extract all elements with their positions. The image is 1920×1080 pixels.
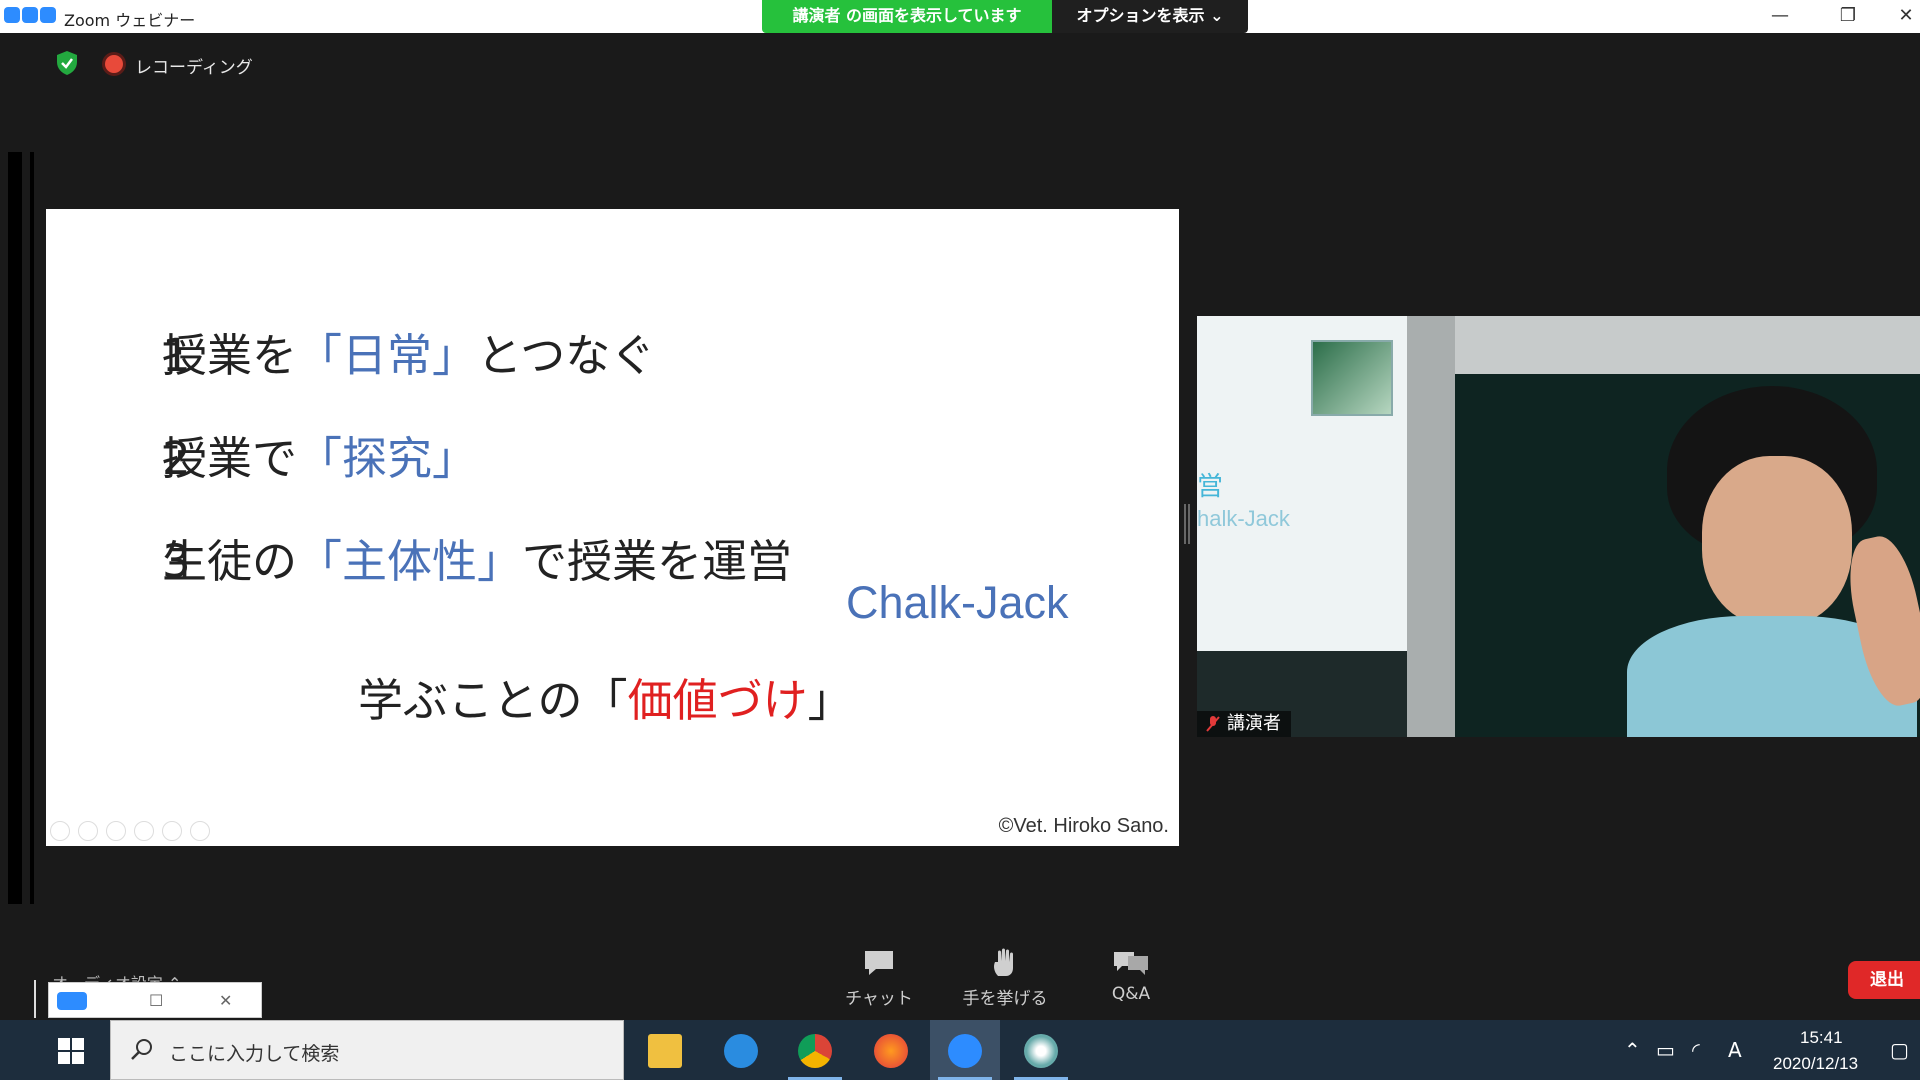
close-button[interactable]: ✕ <box>1892 4 1920 28</box>
search-placeholder: ここに入力して検索 <box>169 1043 340 1065</box>
leave-button[interactable]: 退出 <box>1848 961 1920 999</box>
panel-splitter-handle[interactable] <box>1184 504 1190 544</box>
video-ceiling <box>1455 316 1920 374</box>
window-title: Zoom ウェビナー <box>64 11 196 30</box>
recording-indicator-icon <box>105 55 123 73</box>
encryption-shield-icon[interactable] <box>56 50 78 76</box>
video-projector-screen: 営 halk-Jack <box>1197 316 1407 651</box>
qa-button[interactable]: Q&A <box>1076 948 1186 1004</box>
video-screen-text: 営 <box>1197 472 1224 502</box>
video-screen-text: halk-Jack <box>1197 506 1290 531</box>
gallery-icon[interactable] <box>134 821 154 841</box>
speaker-video[interactable]: 営 halk-Jack 講演者 <box>1197 316 1920 737</box>
left-divider <box>8 152 22 904</box>
chat-icon <box>865 951 893 975</box>
more-icon[interactable] <box>190 821 210 841</box>
slide-item-2: 2授業で「探究」 <box>162 432 478 485</box>
firefox-icon[interactable] <box>856 1020 926 1080</box>
zoom-webinar-window: Zoom ウェビナー 講演者 の画面を表示しています オプションを表示 ⌄ — … <box>0 0 1920 1080</box>
zoom-mini-window[interactable]: ☐ ✕ <box>48 982 262 1018</box>
zoom-mini-icon <box>57 992 87 1010</box>
screen-share-banner: 講演者 の画面を表示しています <box>762 0 1052 33</box>
show-hidden-icons[interactable]: ⌃ <box>1624 1038 1641 1062</box>
search-icon <box>131 1039 152 1060</box>
mini-close-icon[interactable]: ✕ <box>219 991 232 1010</box>
slide-item-3: 3生徒の「主体性」で授業を運営 <box>162 535 793 588</box>
mic-muted-icon <box>1206 716 1220 732</box>
prev-slide-icon[interactable] <box>50 821 70 841</box>
chat-button[interactable]: チャット <box>824 948 934 1009</box>
chrome-icon[interactable] <box>780 1020 850 1080</box>
shared-screen-slide: 1授業を「日常」とつなぐ 2授業で「探究」 3生徒の「主体性」で授業を運営 Ch… <box>46 209 1179 846</box>
clock-date[interactable]: 2020/12/13 <box>1773 1054 1858 1074</box>
internet-explorer-icon[interactable] <box>706 1020 776 1080</box>
slide-item-1: 1授業を「日常」とつなぐ <box>162 329 656 382</box>
taskbar-search[interactable]: ここに入力して検索 <box>110 1020 624 1080</box>
slide-copyright: ©Vet. Hiroko Sano. <box>998 815 1169 837</box>
recording-label: レコーディング <box>135 58 253 78</box>
pen-icon[interactable] <box>106 821 126 841</box>
restore-button[interactable]: ❐ <box>1826 4 1870 28</box>
raise-hand-button[interactable]: 手を挙げる <box>950 948 1060 1009</box>
slideshow-controls[interactable] <box>50 821 210 841</box>
paint-icon[interactable] <box>1006 1020 1076 1080</box>
notification-icon[interactable]: ▢ <box>1890 1038 1909 1062</box>
qa-label: Q&A <box>1111 984 1151 1004</box>
qa-icon <box>1114 952 1148 975</box>
zoom-icon[interactable] <box>162 821 182 841</box>
raise-hand-icon <box>994 948 1013 976</box>
clock-time[interactable]: 15:41 <box>1800 1028 1843 1048</box>
mini-maximize-icon[interactable]: ☐ <box>149 991 163 1010</box>
zoom-taskbar-icon[interactable] <box>930 1020 1000 1080</box>
slide-motto: 学ぶことの「価値づけ」 <box>358 674 853 727</box>
slide-brand: Chalk-Jack <box>846 577 1069 628</box>
ime-indicator[interactable]: A <box>1728 1038 1742 1062</box>
zoom-logo-icon <box>4 7 56 23</box>
mini-divider <box>34 980 36 1018</box>
battery-icon[interactable]: ▭ <box>1656 1038 1675 1062</box>
chat-label: チャット <box>845 989 913 1009</box>
video-screen-thumbnail <box>1311 340 1393 416</box>
left-divider-thin <box>30 152 34 904</box>
next-slide-icon[interactable] <box>78 821 98 841</box>
windows-start-icon[interactable] <box>58 1038 84 1064</box>
speaker-name-label: 講演者 <box>1197 711 1291 737</box>
meeting-header: レコーディング <box>0 45 400 81</box>
minimize-button[interactable]: — <box>1758 4 1802 28</box>
view-options-button[interactable]: オプションを表示 ⌄ <box>1052 0 1248 33</box>
windows-taskbar: ここに入力して検索 ⌃ ▭ ◜ A 15:41 2020/12/13 ▢ <box>0 1020 1920 1080</box>
wifi-icon[interactable]: ◜ <box>1692 1038 1700 1062</box>
raise-hand-label: 手を挙げる <box>962 989 1048 1009</box>
file-explorer-icon[interactable] <box>630 1020 700 1080</box>
title-bar: Zoom ウェビナー 講演者 の画面を表示しています オプションを表示 ⌄ — … <box>0 0 1920 33</box>
